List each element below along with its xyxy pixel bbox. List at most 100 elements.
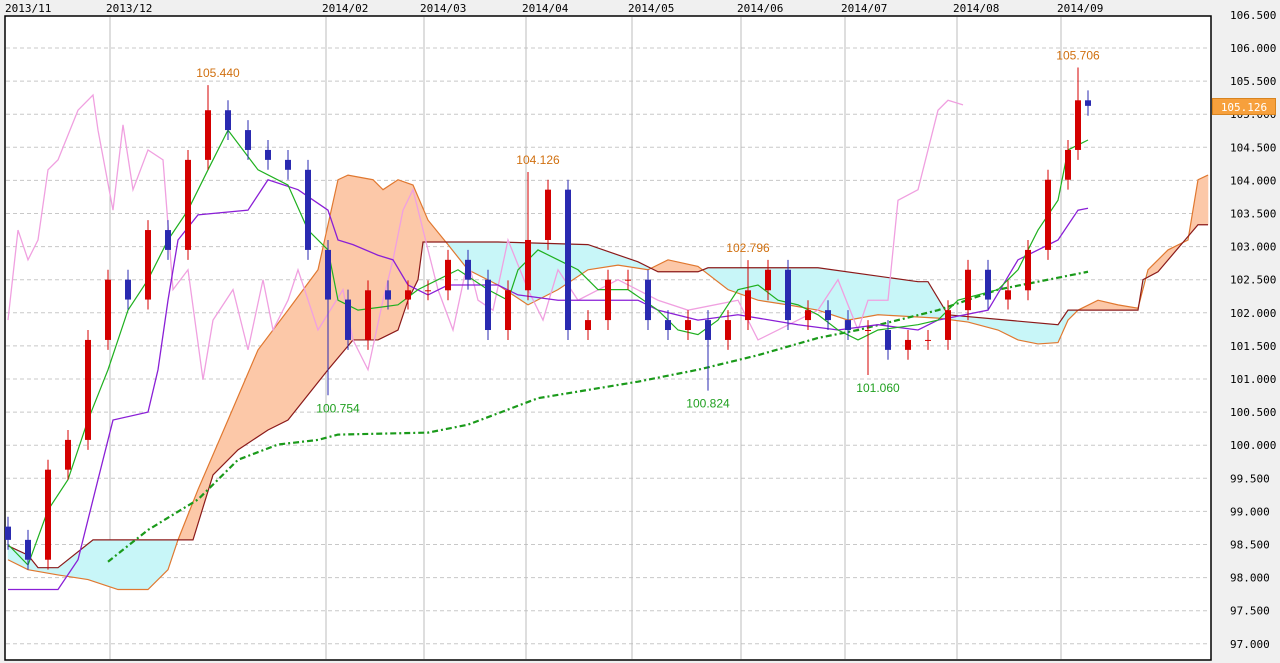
cloud-segment <box>802 267 809 309</box>
cloud-segment <box>597 247 604 269</box>
cloud-segment <box>372 179 379 341</box>
candle-body <box>385 290 391 300</box>
cloud-segment <box>542 242 549 298</box>
y-tick-label: 102.000 <box>1230 307 1276 320</box>
candle-body <box>1045 179 1051 250</box>
candle-body <box>525 239 531 291</box>
cloud-segment <box>332 179 339 365</box>
candle-body <box>545 189 551 240</box>
candle-body <box>825 310 831 321</box>
cloud-segment <box>882 276 889 316</box>
candle-body <box>245 130 251 150</box>
candle-body <box>665 320 671 331</box>
cloud-segment <box>287 302 294 421</box>
cloud-segment <box>777 267 784 305</box>
candle-body <box>1065 149 1071 180</box>
cloud-segment <box>267 329 274 431</box>
candle-body <box>905 339 911 350</box>
cloud-segment <box>912 280 919 318</box>
y-tick-label: 103.500 <box>1230 208 1276 221</box>
cloud-segment <box>892 277 899 317</box>
high-price-label: 104.126 <box>516 153 560 167</box>
x-tick-label: 2014/06 <box>737 2 783 15</box>
cloud-segment <box>587 244 594 271</box>
cloud-segment <box>897 278 904 317</box>
cloud-segment <box>482 241 489 281</box>
cloud-segment <box>1022 321 1029 343</box>
high-price-label: 102.796 <box>726 241 770 255</box>
cloud-segment <box>832 269 839 318</box>
cloud-segment <box>377 183 384 341</box>
cloud-segment <box>732 267 739 294</box>
cloud-segment <box>872 275 879 317</box>
candle-body <box>765 269 771 291</box>
cloud-segment <box>142 539 149 590</box>
cloud-segment <box>1042 323 1049 344</box>
candle-body <box>465 259 471 280</box>
cloud-segment <box>837 270 844 319</box>
cloud-segment <box>252 349 259 441</box>
candle-body <box>985 269 991 300</box>
cloud-segment <box>667 259 674 273</box>
x-tick-label: 2014/07 <box>841 2 887 15</box>
cloud-segment <box>737 267 744 296</box>
cloud-segment <box>907 279 914 318</box>
cloud-segment <box>92 539 99 584</box>
cloud-segment <box>852 272 859 320</box>
y-tick-label: 100.000 <box>1230 439 1276 452</box>
cloud-segment <box>752 267 759 301</box>
candle-body <box>625 279 631 281</box>
candle-body <box>25 539 31 560</box>
cloud-segment <box>487 241 494 283</box>
candle-body <box>885 330 891 350</box>
cloud-segment <box>297 289 304 409</box>
cloud-segment <box>672 260 679 273</box>
cloud-segment <box>102 539 109 587</box>
cloud-segment <box>292 295 299 415</box>
cloud-segment <box>757 267 764 302</box>
candle-body <box>285 159 291 170</box>
y-tick-label: 99.000 <box>1230 505 1270 518</box>
candle-body <box>425 290 431 292</box>
cloud-segment <box>307 275 314 396</box>
cloud-segment <box>1012 320 1019 341</box>
cloud-segment <box>1202 174 1209 226</box>
cloud-segment <box>262 335 269 434</box>
cloud-segment <box>1047 323 1054 344</box>
cloud-segment <box>1052 323 1059 344</box>
candle-body <box>725 320 731 340</box>
cloud-segment <box>302 282 309 403</box>
candle-body <box>505 290 511 331</box>
candle-body <box>605 279 611 321</box>
candle-body <box>205 110 211 160</box>
cloud-segment <box>152 539 159 586</box>
cloud-segment <box>352 175 359 341</box>
cloud-segment <box>397 179 404 331</box>
cloud-segment <box>107 539 114 589</box>
cloud-segment <box>77 547 84 580</box>
high-price-label: 105.440 <box>196 66 240 80</box>
cloud-segment <box>82 543 89 580</box>
candle-body <box>565 189 571 331</box>
candle-body <box>705 320 711 340</box>
candle-body <box>345 299 351 340</box>
candle-body <box>785 269 791 321</box>
candle-body <box>965 269 971 311</box>
candle-body <box>165 230 171 250</box>
cloud-segment <box>127 539 134 590</box>
x-tick-label: 2014/03 <box>420 2 466 15</box>
candle-body <box>145 230 151 300</box>
candle-body <box>845 320 851 331</box>
candle-body <box>945 310 951 340</box>
candle-body <box>585 320 591 331</box>
cloud-segment <box>277 315 284 426</box>
candle-body <box>1085 100 1091 106</box>
candle-body <box>405 290 411 300</box>
cloud-segment <box>112 539 119 590</box>
y-tick-label: 105.500 <box>1230 75 1276 88</box>
candle-body <box>485 279 491 331</box>
y-tick-label: 101.500 <box>1230 340 1276 353</box>
cloud-segment <box>867 274 874 317</box>
candle-body <box>305 169 311 250</box>
cloud-segment <box>272 322 279 428</box>
